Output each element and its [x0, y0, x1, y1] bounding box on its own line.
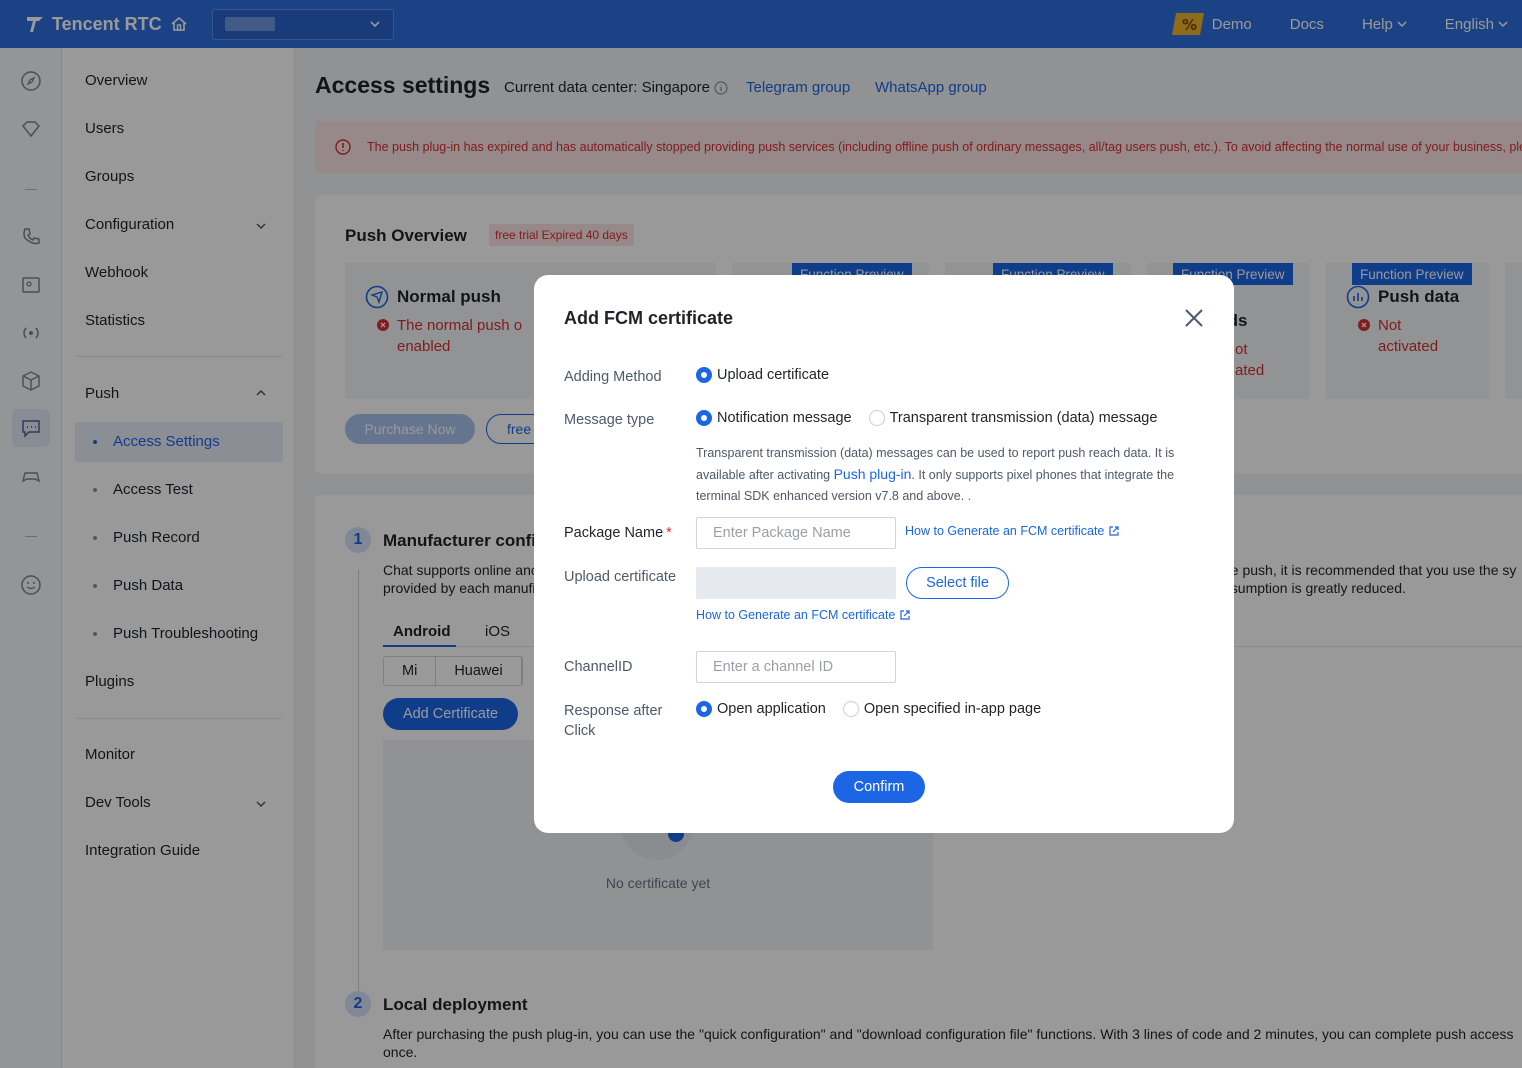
link-text: How to Generate an FCM certificate: [696, 608, 896, 622]
package-name-label-text: Package Name: [564, 525, 664, 541]
radio-unselected[interactable]: [868, 410, 885, 426]
package-name-label: Package Name *: [564, 523, 672, 543]
how-to-generate-link[interactable]: How to Generate an FCM certificate: [696, 608, 911, 622]
message-type-label: Message type: [564, 412, 655, 428]
external-link-icon: [1109, 526, 1119, 536]
radio-label-open-app[interactable]: Open application: [717, 701, 826, 717]
message-type-help: Transparent transmission (data) messages…: [696, 443, 1176, 507]
push-plugin-link[interactable]: Push plug-in: [834, 466, 912, 482]
certificate-file-field[interactable]: [696, 567, 896, 599]
required-marker: *: [666, 525, 672, 541]
radio-selected[interactable]: [696, 367, 712, 383]
how-to-generate-link[interactable]: How to Generate an FCM certificate: [905, 524, 1120, 538]
message-type-radio-group: Notification message Transparent transmi…: [696, 410, 1157, 426]
radio-selected[interactable]: [696, 701, 712, 717]
upload-certificate-label: Upload certificate: [564, 569, 677, 585]
close-icon[interactable]: [1182, 306, 1206, 330]
channel-id-label: ChannelID: [564, 659, 633, 675]
radio-label-transparent[interactable]: Transparent transmission (data) message: [890, 410, 1158, 426]
dialog-title: Add FCM certificate: [564, 308, 734, 328]
adding-method-radio[interactable]: Upload certificate: [696, 367, 829, 383]
adding-method-label: Adding Method: [564, 369, 662, 385]
response-after-click-label: Response after Click: [564, 701, 662, 741]
confirm-button[interactable]: Confirm: [833, 771, 925, 803]
select-file-button[interactable]: Select file: [906, 567, 1009, 599]
radio-selected[interactable]: [696, 410, 712, 426]
link-text: How to Generate an FCM certificate: [905, 524, 1105, 538]
add-fcm-certificate-dialog: Add FCM certificate Adding Method Upload…: [534, 275, 1234, 833]
radio-label-open-page[interactable]: Open specified in-app page: [864, 701, 1041, 717]
radio-unselected[interactable]: [842, 701, 859, 717]
channel-id-input[interactable]: Enter a channel ID: [696, 651, 896, 683]
package-name-input[interactable]: Enter Package Name: [696, 517, 896, 549]
label-line: Response after: [564, 703, 663, 719]
label-line: Click: [564, 723, 596, 739]
response-radio-group: Open application Open specified in-app p…: [696, 701, 1041, 717]
radio-label: Upload certificate: [717, 367, 830, 383]
external-link-icon: [900, 610, 910, 620]
radio-label-notification[interactable]: Notification message: [717, 410, 852, 426]
